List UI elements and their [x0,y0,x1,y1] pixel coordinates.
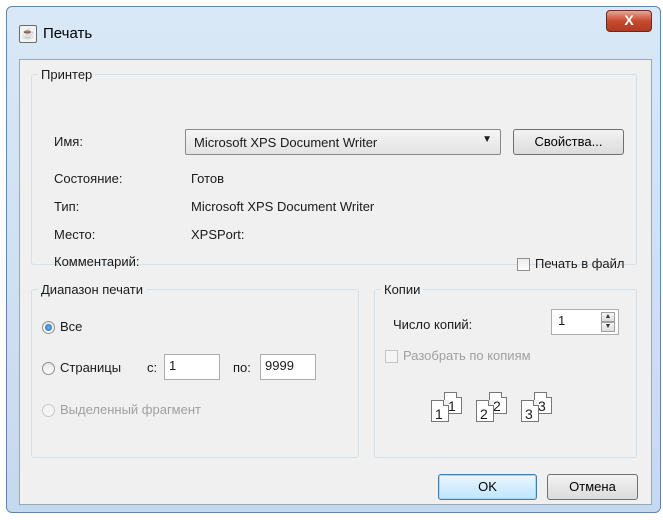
range-all-label[interactable]: Все [60,319,82,334]
range-selection-label: Выделенный фрагмент [60,402,201,417]
collate-page-front: 1 [431,400,449,422]
range-pages-radio[interactable] [42,362,55,375]
printer-group: Принтер Имя: Microsoft XPS Document Writ… [31,67,637,271]
range-from-label: с: [147,360,158,375]
printer-select[interactable]: Microsoft XPS Document Writer ▼ [185,129,501,155]
collate-page-front: 2 [476,400,494,422]
copies-group: Копии Число копий: 1 ▲ ▼ Разобрать по ко… [374,282,637,458]
cancel-button[interactable]: Отмена [547,474,638,500]
copies-count-label: Число копий: [393,317,473,332]
range-selection-radio[interactable] [42,404,55,417]
type-label: Тип: [54,199,80,214]
collate-page-front: 3 [521,400,539,422]
range-pages-label[interactable]: Страницы [60,360,121,375]
status-value: Готов [191,171,225,186]
collate-label: Разобрать по копиям [403,348,531,363]
type-value: Microsoft XPS Document Writer [191,199,375,214]
title-bar[interactable]: ☕ Печать X [7,7,660,47]
print-range-group-label: Диапазон печати [41,282,144,297]
java-app-icon: ☕ [19,25,37,43]
print-to-file-label[interactable]: Печать в файл [535,256,625,271]
printer-name-label: Имя: [54,134,83,149]
printer-group-label: Принтер [41,67,93,82]
range-to-input[interactable]: 9999 [260,354,316,380]
location-label: Место: [54,227,96,242]
copies-group-label: Копии [384,282,421,297]
collate-checkbox[interactable] [385,350,398,363]
comment-label: Комментарий: [54,254,140,269]
dialog-title: Печать [43,25,93,42]
status-label: Состояние: [54,171,123,186]
spin-up-icon[interactable]: ▲ [601,312,615,322]
close-button[interactable]: X [606,10,652,32]
printer-select-value: Microsoft XPS Document Writer [194,135,378,150]
copies-count-value: 1 [558,313,566,328]
dialog-client-area: Принтер Имя: Microsoft XPS Document Writ… [19,59,652,505]
chevron-down-icon: ▼ [482,134,492,145]
print-to-file-checkbox[interactable] [517,258,530,271]
range-from-input[interactable]: 1 [164,354,220,380]
location-value: XPSPort: [191,227,245,242]
print-range-group: Диапазон печати Все Страницы с: 1 по: 99… [31,282,359,458]
ok-button[interactable]: OK [438,474,537,500]
spin-down-icon[interactable]: ▼ [601,322,615,332]
range-to-label: по: [233,360,251,375]
collate-illustration: 1 1 2 2 3 3 [431,384,581,434]
print-dialog-window: ☕ Печать X Принтер Имя: Microsoft XPS Do… [6,6,661,513]
range-all-radio[interactable] [42,321,55,334]
properties-button[interactable]: Свойства... [513,129,624,155]
copies-count-input[interactable]: 1 ▲ ▼ [551,309,619,335]
